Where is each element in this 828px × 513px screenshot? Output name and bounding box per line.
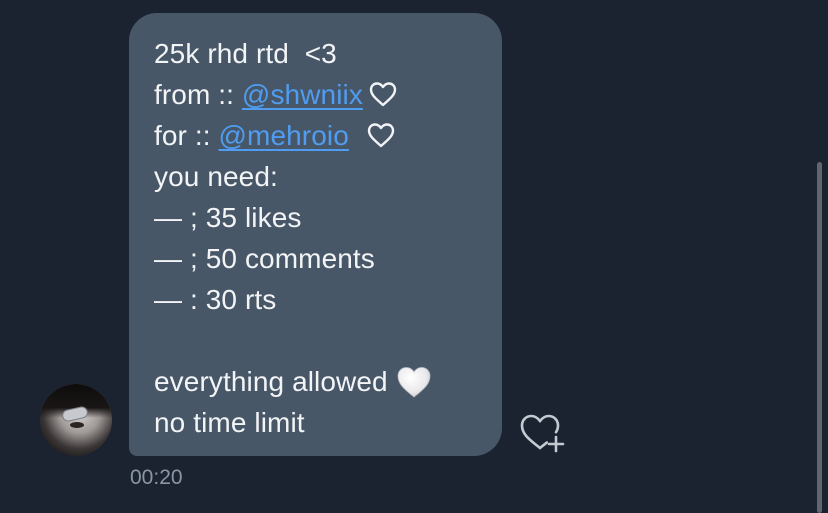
dm-conversation-screen: 25k rhd rtd <3 from :: @shwniix for :: @… — [0, 0, 828, 513]
message-line-7: — : 30 rts — [154, 284, 277, 315]
white-heart-emoji-icon — [396, 365, 432, 399]
message-line-2: from :: @shwniix — [154, 74, 480, 115]
react-heart-plus-button[interactable] — [518, 410, 568, 454]
mention-link-shwniix[interactable]: @shwniix — [242, 79, 363, 110]
scrollbar[interactable] — [817, 162, 822, 513]
mention-link-mehroio[interactable]: @mehroio — [219, 120, 349, 151]
avatar-eye — [70, 422, 84, 428]
message-line-9: everything allowed — [154, 361, 480, 402]
heart-outline-icon — [369, 81, 397, 107]
message-line-4: you need: — [154, 161, 278, 192]
everything-allowed-text: everything allowed — [154, 366, 388, 397]
message-timestamp: 00:20 — [130, 466, 183, 489]
message-line-10: no time limit — [154, 407, 305, 438]
message-line-6: — ; 50 comments — [154, 243, 375, 274]
message-line-3: for :: @mehroio — [154, 115, 480, 156]
from-label: from :: — [154, 79, 242, 110]
heart-outline-icon — [367, 122, 395, 148]
heart-plus-icon — [520, 414, 565, 453]
sender-avatar[interactable] — [40, 384, 112, 456]
message-line-5: — ; 35 likes — [154, 202, 302, 233]
message-line-1: 25k rhd rtd <3 — [154, 38, 337, 69]
message-bubble[interactable]: 25k rhd rtd <3 from :: @shwniix for :: @… — [129, 13, 502, 456]
for-label: for :: — [154, 120, 219, 151]
